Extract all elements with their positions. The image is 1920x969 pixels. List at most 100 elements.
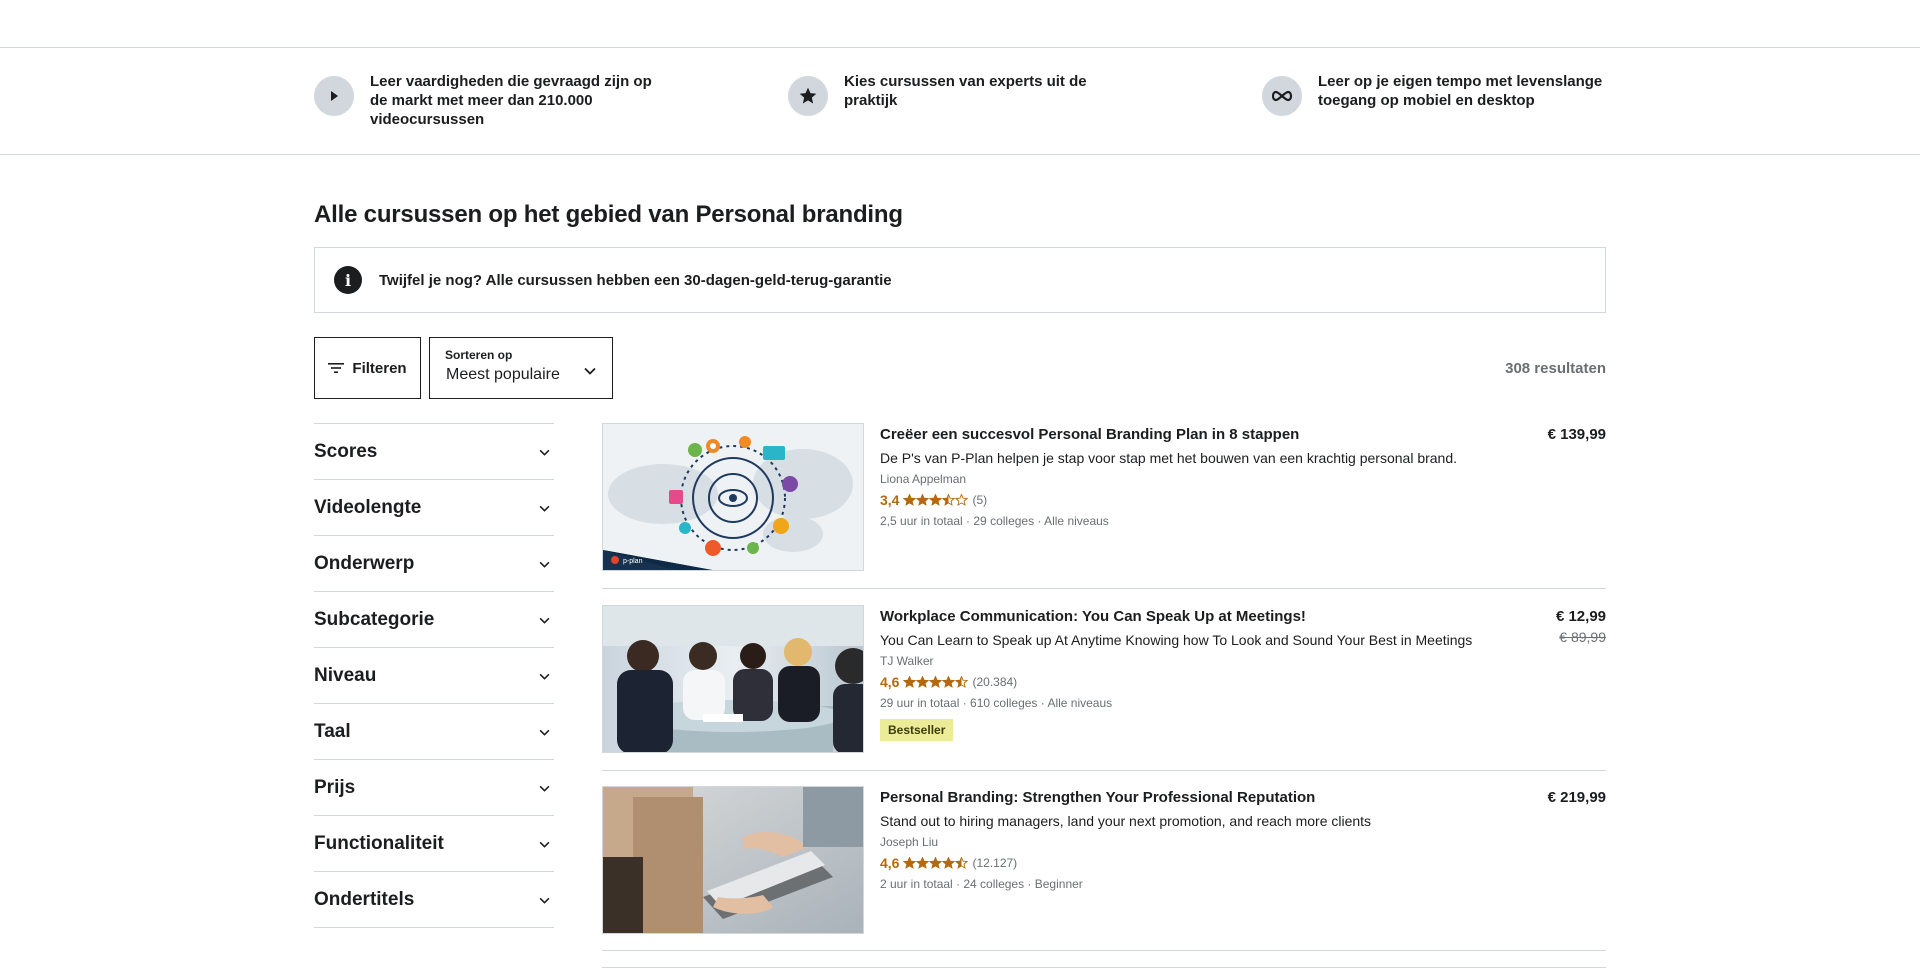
star-icon <box>955 676 969 688</box>
thumbnail-brand-text: p-plan <box>623 558 643 565</box>
value-prop-experts: Kies cursussen van experts uit de prakti… <box>788 72 1134 116</box>
course-price: € 219,99 <box>1548 788 1606 808</box>
course-thumbnail[interactable]: p-plan <box>602 423 864 571</box>
filter-label: Functionaliteit <box>314 832 444 854</box>
current-price: € 12,99 <box>1555 608 1606 625</box>
original-price: € 89,99 <box>1559 629 1606 645</box>
rating-score: 4,6 <box>880 855 900 871</box>
filter-label: Ondertitels <box>314 888 415 910</box>
chevron-down-icon <box>539 555 550 573</box>
filter-sidebar: Scores Videolengte Onderwerp Subcategori… <box>314 423 554 928</box>
current-price: € 219,99 <box>1547 789 1606 806</box>
review-count: (20.384) <box>972 675 1018 689</box>
star-icon <box>929 676 943 688</box>
course-author: Liona Appelman <box>880 472 967 486</box>
filter-accordion-prijs[interactable]: Prijs <box>314 760 554 816</box>
filter-accordion-scores[interactable]: Scores <box>314 424 554 480</box>
info-icon: i <box>334 266 362 294</box>
filter-button[interactable]: Filteren <box>314 337 421 399</box>
filter-accordion-ondertitels[interactable]: Ondertitels <box>314 872 554 928</box>
play-icon <box>314 76 354 116</box>
guarantee-alert: i Twijfel je nog? Alle cursussen hebben … <box>314 247 1606 313</box>
value-prop-videos: Leer vaardigheden die gevraagd zijn op d… <box>314 72 660 129</box>
top-header-bar <box>0 0 1920 48</box>
star-icon <box>788 76 828 116</box>
guarantee-text: Twijfel je nog? Alle cursussen hebben ee… <box>379 271 892 289</box>
course-title[interactable]: Creëer een succesvol Personal Branding P… <box>880 425 1500 445</box>
course-description: Stand out to hiring managers, land your … <box>880 813 1372 829</box>
course-meta: 2,5 uur in totaal · 29 colleges · Alle n… <box>880 514 1109 528</box>
course-card[interactable]: Personal Branding: Strengthen Your Profe… <box>602 786 1606 951</box>
rating-score: 3,4 <box>880 492 900 508</box>
chevron-down-icon <box>539 443 550 461</box>
course-card[interactable]: Workplace Communication: You Can Speak U… <box>602 605 1606 771</box>
course-meta: 2 uur in totaal · 24 colleges · Beginner <box>880 877 1083 891</box>
course-title[interactable]: Workplace Communication: You Can Speak U… <box>880 607 1500 627</box>
course-rating: 3,4 (5) <box>880 491 1500 509</box>
rating-stars-icon <box>903 676 969 688</box>
filter-label: Videolengte <box>314 496 422 518</box>
star-icon <box>955 857 969 869</box>
filter-button-label: Filteren <box>352 359 407 377</box>
star-icon <box>903 857 917 869</box>
course-author: TJ Walker <box>880 654 934 668</box>
rating-stars-icon <box>903 857 969 869</box>
chevron-down-icon <box>539 667 550 685</box>
star-icon <box>916 494 930 506</box>
chevron-down-icon <box>539 779 550 797</box>
filter-accordion-videolengte[interactable]: Videolengte <box>314 480 554 536</box>
chevron-down-icon <box>539 723 550 741</box>
course-info: Workplace Communication: You Can Speak U… <box>880 607 1500 741</box>
star-icon <box>929 857 943 869</box>
course-author: Joseph Liu <box>880 835 939 849</box>
chevron-down-icon <box>584 362 596 380</box>
star-icon <box>942 676 956 688</box>
filter-accordion-niveau[interactable]: Niveau <box>314 648 554 704</box>
value-props-banner: Leer vaardigheden die gevraagd zijn op d… <box>0 48 1920 155</box>
star-icon <box>929 494 943 506</box>
review-count: (5) <box>972 493 988 507</box>
course-thumbnail[interactable] <box>602 605 864 753</box>
value-prop-text: Kies cursussen van experts uit de prakti… <box>844 73 1087 109</box>
star-icon <box>955 494 969 506</box>
course-info: Creëer een succesvol Personal Branding P… <box>880 425 1500 529</box>
star-icon <box>942 857 956 869</box>
star-icon <box>942 494 956 506</box>
sort-select[interactable]: Sorteren op Meest populaire <box>429 337 613 399</box>
course-price: € 139,99 <box>1548 425 1606 445</box>
filter-label: Subcategorie <box>314 608 435 630</box>
current-price: € 139,99 <box>1547 426 1606 443</box>
filter-label: Onderwerp <box>314 552 415 574</box>
course-rating: 4,6 (12.127) <box>880 854 1500 872</box>
page-title: Alle cursussen op het gebied van Persona… <box>314 201 903 228</box>
star-icon <box>903 494 917 506</box>
value-prop-text: Leer op je eigen tempo met levenslange t… <box>1318 73 1603 109</box>
chevron-down-icon <box>539 611 550 629</box>
filter-accordion-taal[interactable]: Taal <box>314 704 554 760</box>
infinity-icon <box>1262 76 1302 116</box>
filter-label: Taal <box>314 720 351 742</box>
filter-accordion-subcategorie[interactable]: Subcategorie <box>314 592 554 648</box>
next-course-divider <box>602 967 1606 968</box>
course-rating: 4,6 (20.384) <box>880 673 1500 691</box>
course-title[interactable]: Personal Branding: Strengthen Your Profe… <box>880 788 1500 808</box>
rating-score: 4,6 <box>880 674 900 690</box>
star-icon <box>903 676 917 688</box>
value-prop-lifetime: Leer op je eigen tempo met levenslange t… <box>1262 72 1608 116</box>
course-description: You Can Learn to Speak up At Anytime Kno… <box>880 632 1473 648</box>
course-card[interactable]: p-plan Creëer een succesvol Personal Bra… <box>602 423 1606 589</box>
course-price: € 12,99 € 89,99 <box>1556 607 1606 647</box>
course-description: De P's van P-Plan helpen je stap voor st… <box>880 450 1458 466</box>
results-count: 308 resultaten <box>1505 360 1606 377</box>
course-thumbnail[interactable] <box>602 786 864 934</box>
sort-label: Sorteren op <box>445 348 513 362</box>
value-prop-text: Leer vaardigheden die gevraagd zijn op d… <box>370 73 652 128</box>
filter-label: Niveau <box>314 664 377 686</box>
filter-accordion-functionaliteit[interactable]: Functionaliteit <box>314 816 554 872</box>
filter-label: Prijs <box>314 776 356 798</box>
filter-accordion-onderwerp[interactable]: Onderwerp <box>314 536 554 592</box>
chevron-down-icon <box>539 499 550 517</box>
filter-label: Scores <box>314 440 378 462</box>
course-meta: 29 uur in totaal · 610 colleges · Alle n… <box>880 696 1113 710</box>
star-icon <box>916 676 930 688</box>
